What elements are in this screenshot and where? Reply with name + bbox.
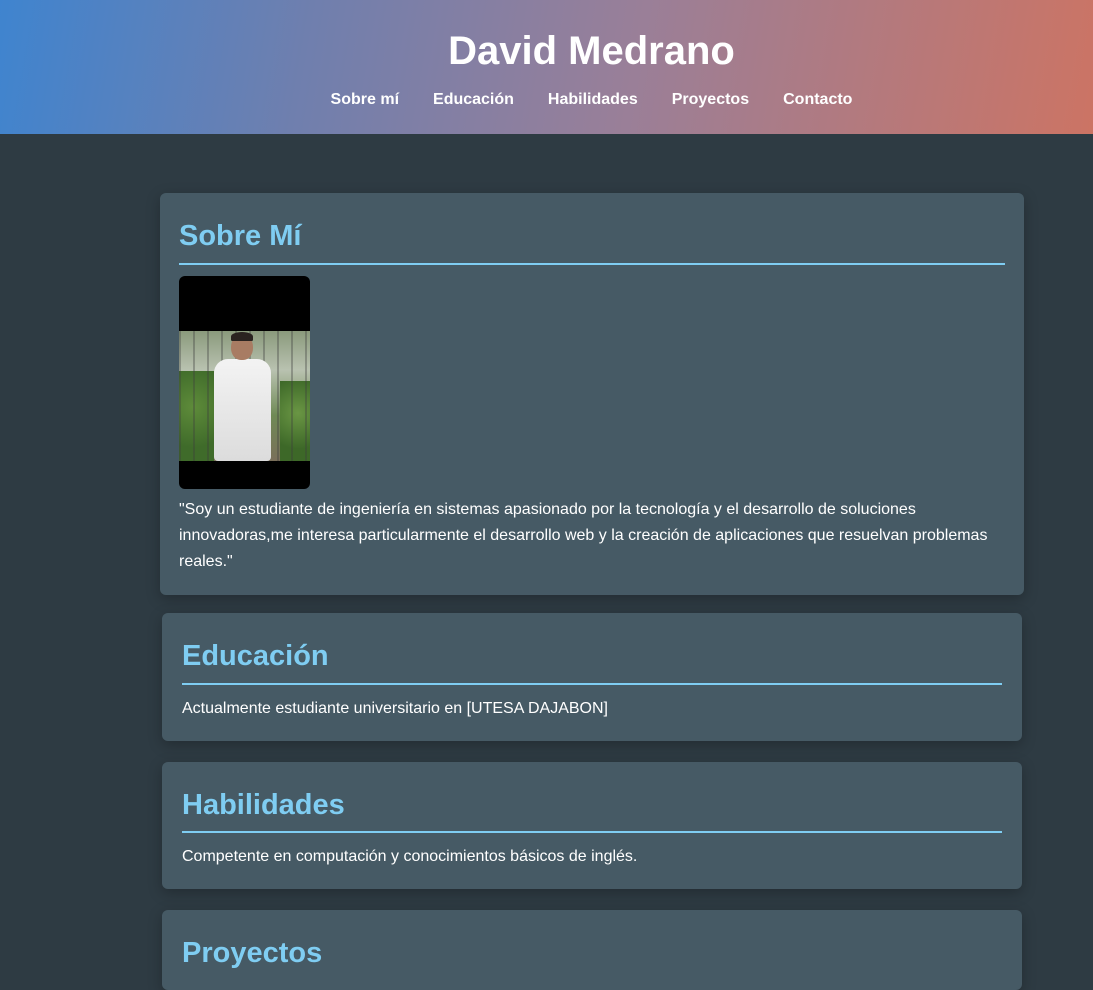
profile-photo xyxy=(179,276,310,489)
photo-person-body xyxy=(214,359,271,461)
site-title: David Medrano xyxy=(448,29,735,73)
education-section: Educación Actualmente estudiante univers… xyxy=(162,613,1022,741)
nav-link-proyectos[interactable]: Proyectos xyxy=(672,90,749,110)
nav-link-habilidades[interactable]: Habilidades xyxy=(548,90,638,110)
photo-person-hair xyxy=(231,332,253,341)
about-heading: Sobre Mí xyxy=(179,220,302,252)
skills-divider xyxy=(182,831,1002,833)
education-text: Actualmente estudiante universitario en … xyxy=(182,700,608,717)
about-section: Sobre Mí "Soy un estudiante de ingenierí… xyxy=(160,193,1024,595)
skills-section: Habilidades Competente en computación y … xyxy=(162,762,1022,889)
main-nav: Sobre mí Educación Habilidades Proyectos… xyxy=(0,90,1093,110)
skills-heading: Habilidades xyxy=(182,789,345,821)
photo-scene xyxy=(179,331,310,461)
about-divider xyxy=(179,263,1005,265)
site-header: David Medrano Sobre mí Educación Habilid… xyxy=(0,0,1093,134)
education-divider xyxy=(182,683,1002,685)
nav-link-contacto[interactable]: Contacto xyxy=(783,90,852,110)
nav-link-sobre-mi[interactable]: Sobre mí xyxy=(331,90,399,110)
education-heading: Educación xyxy=(182,640,329,672)
projects-section: Proyectos xyxy=(162,910,1022,990)
skills-text: Competente en computación y conocimiento… xyxy=(182,848,638,865)
about-text: "Soy un estudiante de ingeniería en sist… xyxy=(179,501,988,570)
nav-link-educacion[interactable]: Educación xyxy=(433,90,514,110)
projects-heading: Proyectos xyxy=(182,937,323,969)
